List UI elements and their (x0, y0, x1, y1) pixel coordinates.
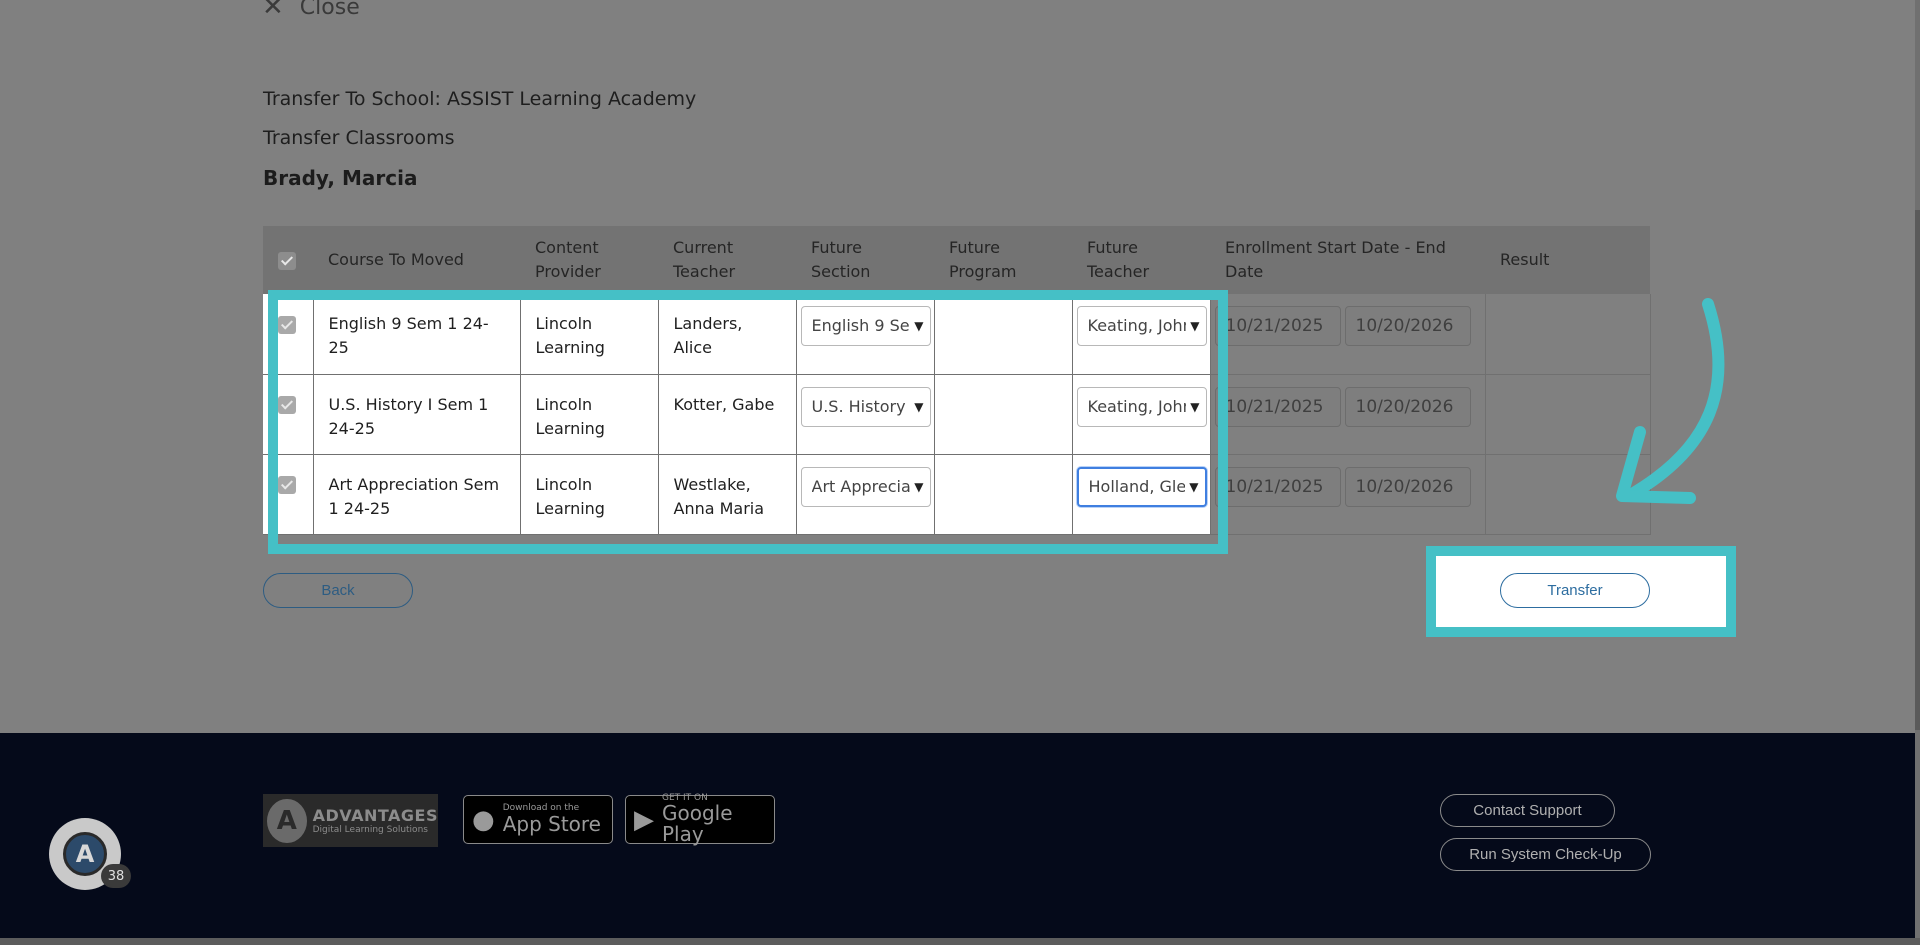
chevron-down-icon: ▼ (1189, 479, 1199, 494)
future-teacher-select[interactable]: Keating, John ▼ (1076, 306, 1207, 346)
column-header-teacher: Current Teacher (658, 226, 796, 294)
content-provider: Lincoln Learning (520, 294, 659, 375)
play-store-icon: ▶ (634, 804, 654, 835)
transfer-courses-table: Course To Moved Content Provider Current… (263, 226, 1651, 535)
table-row: English 9 Sem 1 24-25 Lincoln Learning L… (263, 294, 1651, 375)
future-section-value: English 9 Sem 1 24-25 (811, 316, 910, 335)
table-header-row: Course To Moved Content Provider Current… (263, 226, 1650, 294)
curved-arrow-icon (1616, 298, 1725, 504)
column-header-future-teacher: Future Teacher (1072, 226, 1210, 294)
enrollment-end-date[interactable]: 10/20/2026 (1344, 386, 1471, 427)
future-section-select[interactable]: U.S. History I Sem 1 24-25 ▼ (800, 386, 931, 427)
chevron-down-icon: ▼ (1190, 319, 1200, 333)
current-teacher: Westlake, Anna Maria (658, 454, 797, 535)
column-header-provider: Content Provider (520, 226, 658, 294)
current-teacher: Landers, Alice (658, 294, 797, 375)
column-header-section: Future Section (796, 226, 934, 294)
future-program (934, 294, 1073, 375)
content-provider: Lincoln Learning (520, 454, 659, 535)
app-store-name: App Store (502, 811, 601, 836)
column-header-program: Future Program (934, 226, 1072, 294)
course-name: Art Appreciation Sem 1 24-25 (313, 454, 521, 535)
future-teacher-value: Holland, Glenn (1088, 476, 1185, 496)
future-program (934, 454, 1073, 535)
column-header-course: Course To Moved (313, 226, 520, 294)
future-teacher-value: Keating, John (1087, 396, 1186, 416)
enrollment-end-date[interactable]: 10/20/2026 (1344, 466, 1471, 507)
current-teacher: Kotter, Gabe (658, 374, 797, 455)
transfer-classrooms-heading: Transfer Classrooms (263, 127, 455, 149)
chevron-down-icon: ▼ (914, 319, 924, 333)
enrollment-start-date[interactable]: 10/21/2025 (1214, 386, 1341, 427)
back-button[interactable]: Back (263, 573, 413, 608)
apple-icon: ● (472, 804, 495, 835)
select-all-checkbox[interactable] (278, 251, 296, 270)
chevron-down-icon: ▼ (914, 399, 924, 414)
future-section-value: U.S. History I Sem 1 24-25 (811, 396, 910, 416)
notification-badge: 38 (101, 864, 131, 888)
row-checkbox[interactable] (278, 315, 296, 334)
future-teacher-select[interactable]: Keating, John ▼ (1076, 386, 1207, 427)
enrollment-start-date[interactable]: 10/21/2025 (1214, 306, 1341, 346)
enrollment-end-date[interactable]: 10/20/2026 (1344, 306, 1471, 346)
close-icon: ✕ (262, 0, 284, 22)
app-store-badge[interactable]: ● Download on the App Store (463, 795, 613, 844)
google-play-badge[interactable]: ▶ GET IT ON Google Play (625, 793, 775, 847)
column-header-dates: Enrollment Start Date - End Date (1210, 226, 1485, 294)
brand-tagline: Digital Learning Solutions (312, 825, 428, 835)
transfer-button[interactable]: Transfer (1500, 573, 1650, 608)
run-system-check-button[interactable]: Run System Check-Up (1440, 838, 1651, 871)
google-play-name: Google Play (662, 801, 733, 847)
scrollbar-thumb[interactable] (1915, 210, 1920, 730)
content-provider: Lincoln Learning (520, 374, 659, 455)
chevron-down-icon: ▼ (1190, 399, 1200, 414)
chevron-down-icon: ▼ (914, 479, 924, 494)
course-name: U.S. History I Sem 1 24-25 (313, 374, 521, 455)
bottom-strip (0, 938, 1920, 945)
close-label: Close (299, 0, 360, 20)
student-name: Brady, Marcia (263, 166, 418, 190)
future-section-select[interactable]: English 9 Sem 1 24-25 ▼ (800, 306, 931, 346)
future-teacher-value: Keating, John (1087, 316, 1186, 335)
row-checkbox[interactable] (278, 396, 296, 414)
close-button[interactable]: ✕ Close (262, 0, 360, 20)
future-section-value: Art Appreciation Sem 1 24-25 (811, 476, 910, 496)
table-row: Art Appreciation Sem 1 24-25 Lincoln Lea… (263, 454, 1651, 535)
brand-name: ADVANTAGES (312, 806, 438, 825)
future-program (934, 374, 1073, 455)
future-teacher-select[interactable]: Holland, Glenn ▼ (1076, 466, 1207, 507)
future-section-select[interactable]: Art Appreciation Sem 1 24-25 ▼ (800, 466, 931, 507)
course-name: English 9 Sem 1 24-25 (313, 294, 521, 375)
advantages-logo-icon: A (267, 798, 307, 843)
contact-support-button[interactable]: Contact Support (1440, 794, 1615, 827)
column-header-result: Result (1485, 226, 1650, 294)
assistant-logo-icon: A (63, 832, 107, 876)
row-checkbox[interactable] (278, 476, 296, 494)
advantages-logo: A ADVANTAGES Digital Learning Solutions (263, 794, 438, 847)
transfer-to-school-text: Transfer To School: ASSIST Learning Acad… (263, 88, 697, 110)
table-row: U.S. History I Sem 1 24-25 Lincoln Learn… (263, 374, 1651, 455)
enrollment-start-date[interactable]: 10/21/2025 (1214, 466, 1341, 507)
